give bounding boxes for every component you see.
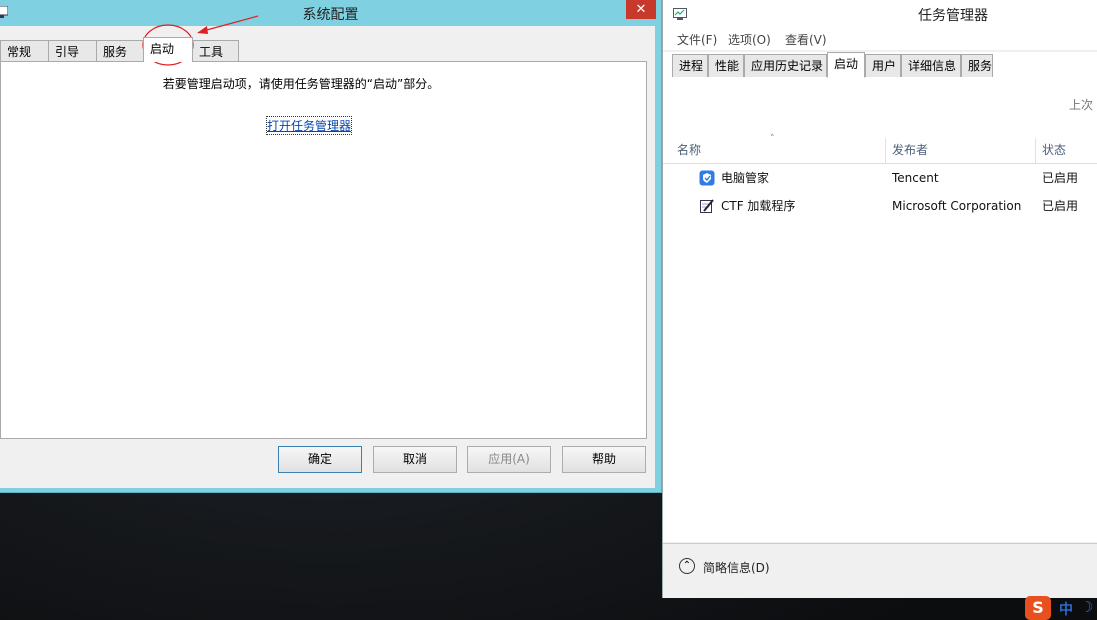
row-name: CTF 加载程序 — [721, 199, 796, 213]
tab-services[interactable]: 服务 — [961, 54, 993, 77]
ctf-pen-icon — [700, 199, 714, 213]
apply-button[interactable]: 应用(A) — [467, 446, 551, 473]
tab-details[interactable]: 详细信息 — [901, 54, 961, 77]
column-header-name[interactable]: 名称 — [671, 138, 885, 163]
tab-performance[interactable]: 性能 — [708, 54, 744, 77]
startup-list-area: 上次 ˄ 名称 发布者 状态 电脑管家 Tencent 已启用 CTF 加载程序… — [663, 77, 1097, 542]
column-header-row: 名称 发布者 状态 — [663, 138, 1097, 164]
taskmgr-menubar: 文件(F) 选项(O) 查看(V) — [663, 28, 1097, 50]
tab-startup[interactable]: 启动 — [827, 52, 865, 78]
taskmgr-title: 任务管理器 — [918, 8, 988, 24]
ime-tray: S 中 ☽ — [1025, 596, 1097, 620]
tab-users[interactable]: 用户 — [865, 54, 901, 77]
ok-button[interactable]: 确定 — [278, 446, 362, 473]
row-status: 已启用 — [1042, 171, 1079, 185]
msconfig-title: 系统配置 — [302, 7, 359, 23]
msconfig-client-area: 常规 引导 服务 启动 工具 若要管理启动项，请使用任务管理器的“启动”部分。 … — [0, 26, 655, 488]
tab-boot[interactable]: 引导 — [48, 40, 97, 62]
sogou-ime-icon[interactable]: S — [1025, 596, 1051, 620]
cancel-button[interactable]: 取消 — [373, 446, 457, 473]
msconfig-close-button[interactable]: ✕ — [626, 0, 656, 19]
help-button[interactable]: 帮助 — [562, 446, 646, 473]
tab-startup[interactable]: 启动 — [143, 37, 193, 62]
column-header-status[interactable]: 状态 — [1035, 138, 1097, 163]
menu-view[interactable]: 查看(V) — [785, 31, 827, 48]
row-publisher: Tencent — [892, 171, 939, 185]
fewer-details-button[interactable]: 简略信息(D) — [703, 559, 770, 576]
chevron-up-icon[interactable]: ⌃ — [679, 558, 695, 574]
column-header-publisher[interactable]: 发布者 — [885, 138, 1035, 163]
table-row[interactable]: 电脑管家 Tencent 已启用 — [663, 164, 1097, 192]
table-row[interactable]: CTF 加载程序 Microsoft Corporation 已启用 — [663, 192, 1097, 220]
tab-processes[interactable]: 进程 — [672, 54, 708, 77]
startup-info-text: 若要管理启动项，请使用任务管理器的“启动”部分。 — [162, 77, 440, 91]
ime-chinese-mode-indicator[interactable]: 中 — [1059, 599, 1073, 619]
msconfig-titlebar[interactable]: 系统配置 ✕ — [0, 0, 661, 26]
moon-icon[interactable]: ☽ — [1080, 598, 1093, 616]
tab-app-history[interactable]: 应用历史记录 — [744, 54, 827, 77]
tab-general[interactable]: 常规 — [0, 40, 49, 62]
taskmgr-titlebar[interactable]: 任务管理器 — [663, 0, 1097, 28]
row-publisher: Microsoft Corporation — [892, 199, 1022, 213]
task-manager-app-icon — [673, 8, 687, 20]
startup-tab-panel: 若要管理启动项，请使用任务管理器的“启动”部分。 打开任务管理器 — [0, 61, 647, 439]
msconfig-window: 系统配置 ✕ 常规 引导 服务 启动 工具 若要管理启动项，请使用任务管理器的“… — [0, 0, 662, 493]
row-status: 已启用 — [1042, 199, 1079, 213]
taskmgr-tabstrip: 进程 性能 应用历史记录 启动 用户 详细信息 服务 — [663, 52, 1097, 78]
task-manager-window: 任务管理器 文件(F) 选项(O) 查看(V) 进程 性能 应用历史记录 启动 … — [662, 0, 1097, 598]
taskmgr-footer: ⌃ 简略信息(D) — [663, 543, 1097, 592]
last-bios-time-label: 上次 — [1069, 98, 1094, 112]
open-task-manager-link[interactable]: 打开任务管理器 — [265, 116, 353, 135]
menu-file[interactable]: 文件(F) — [677, 31, 717, 48]
menu-options[interactable]: 选项(O) — [728, 31, 771, 48]
tab-services[interactable]: 服务 — [96, 40, 144, 62]
tencent-shield-icon — [699, 170, 715, 186]
row-name: 电脑管家 — [721, 171, 770, 185]
tab-tools[interactable]: 工具 — [192, 40, 239, 62]
